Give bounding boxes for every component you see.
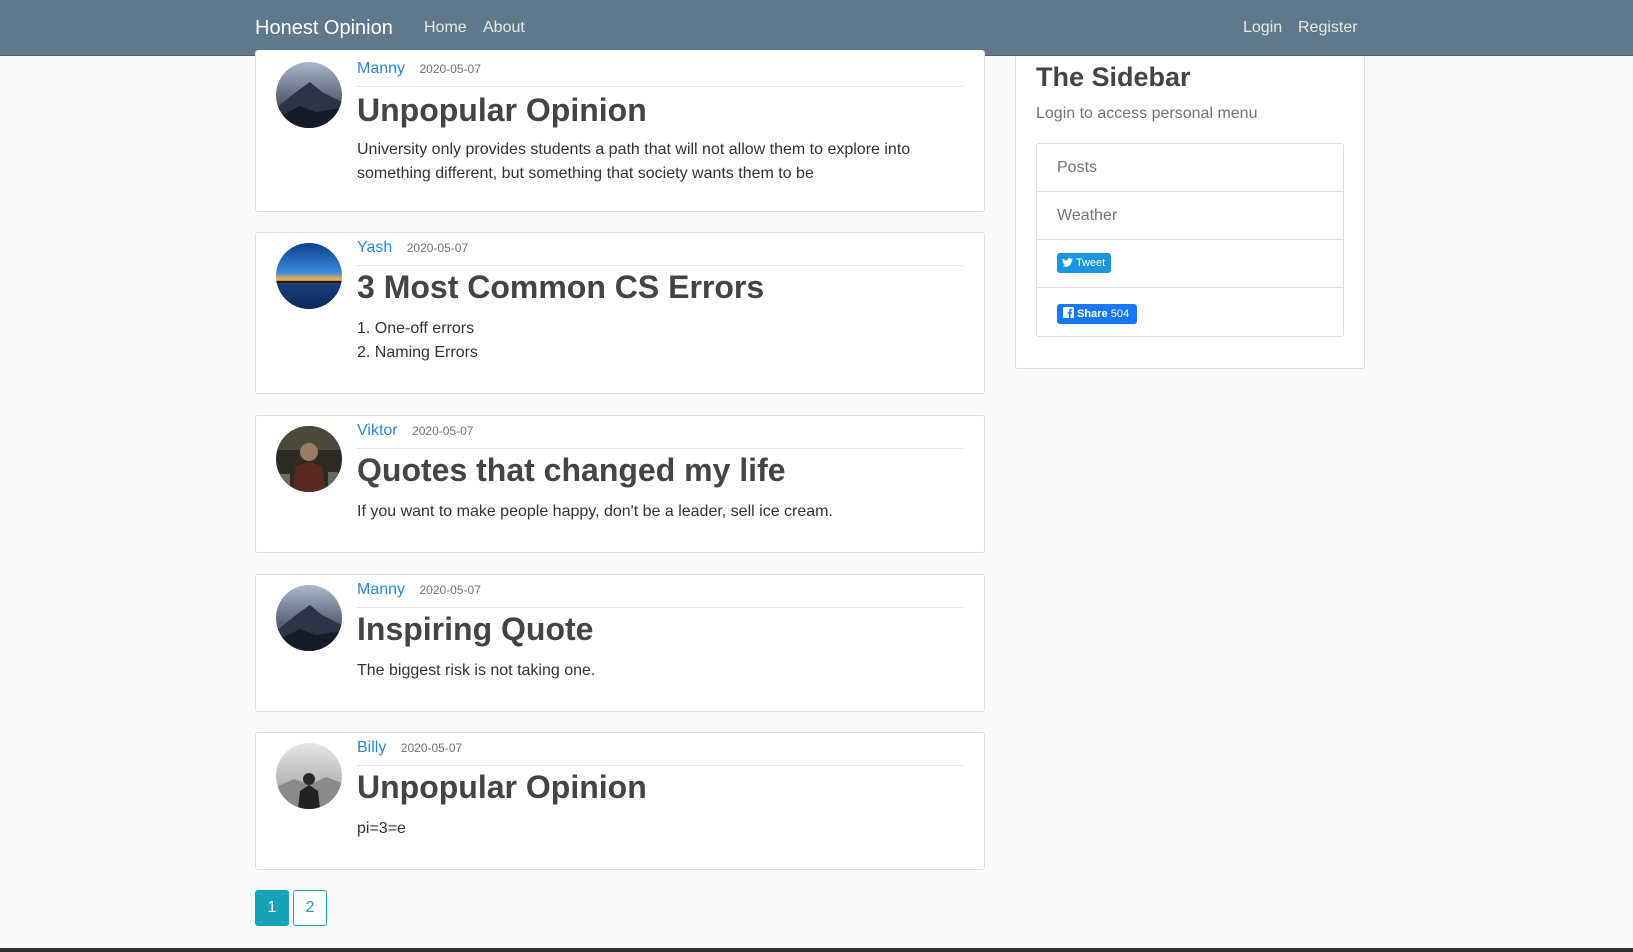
post-date: 2020-05-07 — [419, 62, 481, 76]
post-date: 2020-05-07 — [419, 583, 481, 597]
post-date: 2020-05-07 — [412, 424, 474, 438]
tweet-button[interactable]: Tweet — [1057, 253, 1112, 273]
post-author-link[interactable]: Manny — [357, 581, 405, 598]
share-label: Share — [1077, 308, 1108, 320]
post-date: 2020-05-07 — [406, 241, 469, 255]
post-card: Viktor 2020-05-07 Quotes that changed my… — [255, 415, 985, 553]
post-content-line: The biggest risk is not taking one. — [357, 662, 596, 679]
post-author-link[interactable]: Billy — [357, 739, 386, 756]
pagination-page-2[interactable]: 2 — [293, 890, 327, 926]
nav-link-home[interactable]: Home — [424, 19, 467, 37]
sidebar-subtitle: Login to access personal menu — [1036, 105, 1258, 122]
author-avatar[interactable] — [276, 426, 342, 492]
post-card: Yash 2020-05-07 3 Most Common CS Errors … — [255, 232, 985, 394]
facebook-icon — [1063, 307, 1074, 318]
post-author-link[interactable]: Yash — [357, 239, 392, 256]
sidebar-menu: Posts Weather Tweet Share 504 — [1036, 143, 1344, 337]
dark-dunes-image — [276, 62, 342, 128]
sidebar-item-weather[interactable]: Weather — [1037, 192, 1343, 240]
share-count: 504 — [1110, 308, 1130, 320]
post-card: Manny 2020-05-07 Inspiring Quote The big… — [255, 574, 985, 712]
author-avatar[interactable] — [276, 243, 342, 309]
dark-dunes-image — [276, 585, 342, 651]
sunset-sea-image — [276, 243, 342, 309]
post-content: 1. One-off errors 2. Naming Errors — [357, 317, 944, 365]
sidebar: The Sidebar Login to access personal men… — [1015, 56, 1365, 369]
post-content: The biggest risk is not taking one. — [357, 659, 944, 683]
post-card: Billy 2020-05-07 Unpopular Opinion pi=3=… — [255, 732, 985, 870]
post-content-line: 2. Naming Errors — [357, 344, 478, 361]
author-avatar[interactable] — [276, 585, 342, 651]
window-bottom-edge — [0, 948, 1633, 952]
sidebar-item-tweet: Tweet — [1037, 240, 1343, 288]
post-title[interactable]: Inspiring Quote — [357, 611, 593, 648]
post-author-link[interactable]: Manny — [357, 60, 405, 77]
nav-link-about[interactable]: About — [483, 19, 525, 37]
twitter-bird-icon — [1062, 258, 1073, 267]
post-content: If you want to make people happy, don't … — [357, 500, 944, 524]
post-content: pi=3=e — [357, 817, 944, 841]
author-avatar[interactable] — [276, 62, 342, 128]
navbar: Honest Opinion Home About Login Register — [0, 0, 1633, 56]
post-title[interactable]: 3 Most Common CS Errors — [357, 269, 764, 306]
sidebar-title: The Sidebar — [1036, 62, 1191, 92]
misty-figure-image — [276, 743, 342, 809]
sidebar-item-share: Share 504 — [1037, 288, 1343, 336]
pagination-page-1[interactable]: 1 — [255, 890, 289, 926]
post-content-line: If you want to make people happy, don't … — [357, 503, 833, 520]
brand-link[interactable]: Honest Opinion — [255, 17, 393, 40]
post-content-line: pi=3=e — [357, 820, 406, 837]
person-photo-image — [276, 426, 342, 492]
author-avatar[interactable] — [276, 743, 342, 809]
post-card: Manny 2020-05-07 Unpopular Opinion Unive… — [255, 50, 985, 212]
post-content: University only provides students a path… — [357, 138, 944, 186]
sidebar-item-posts[interactable]: Posts — [1037, 144, 1343, 192]
post-title[interactable]: Unpopular Opinion — [357, 92, 647, 129]
post-content-line: something different, but something that … — [357, 165, 814, 182]
tweet-label: Tweet — [1075, 257, 1106, 269]
post-content-line: 1. One-off errors — [357, 320, 475, 337]
facebook-share-button[interactable]: Share 504 — [1057, 304, 1138, 324]
post-content-line: University only provides students a path… — [357, 141, 911, 158]
post-title[interactable]: Quotes that changed my life — [357, 452, 786, 489]
nav-link-register[interactable]: Register — [1298, 19, 1358, 37]
post-date: 2020-05-07 — [400, 741, 463, 755]
nav-link-login[interactable]: Login — [1243, 19, 1282, 37]
post-author-link[interactable]: Viktor — [357, 422, 398, 439]
post-title[interactable]: Unpopular Opinion — [357, 769, 647, 806]
